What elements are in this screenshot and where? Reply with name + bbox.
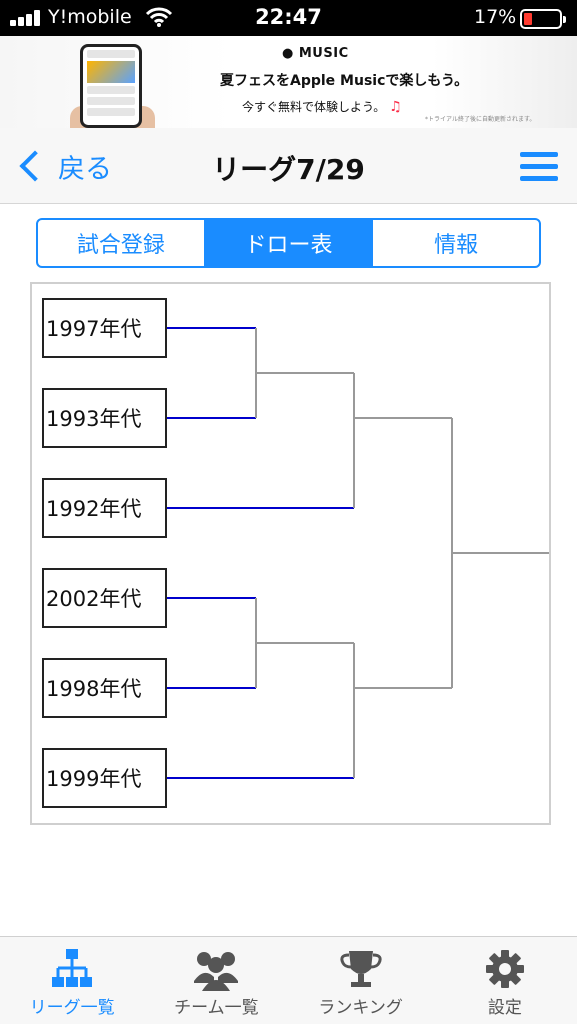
users-icon (194, 952, 239, 991)
ad-fine-print: *トライアル終了後に自動更新されます。 (425, 116, 536, 123)
team-box[interactable]: 1998年代 (42, 658, 167, 718)
tabbar-label: チーム一覧 (174, 998, 259, 1018)
draw-bracket: 1997年代 1993年代 1992年代 2002年代 1998年代 1999年… (30, 282, 551, 825)
team-box[interactable]: 1999年代 (42, 748, 167, 808)
tab-draw-table[interactable]: ドロー表 (203, 220, 372, 266)
ad-banner[interactable]: ● MUSIC 夏フェスをApple Musicで楽しもう。 今すぐ無料で体験し… (0, 36, 577, 128)
page-title: リーグ7/29 (212, 153, 365, 186)
tabbar-item-settings[interactable]: 設定 (433, 937, 577, 1024)
hamburger-menu-icon[interactable] (520, 152, 558, 182)
segmented-control: 試合登録 ドロー表 情報 (36, 218, 541, 268)
tabbar-label: ランキング (318, 998, 403, 1018)
apple-logo-icon: ● (282, 46, 294, 61)
ad-headline: 夏フェスをApple Musicで楽しもう。 (220, 73, 469, 89)
tabbar-label: リーグ一覧 (29, 998, 115, 1018)
tabbar-item-team-list[interactable]: チーム一覧 (144, 937, 288, 1024)
hierarchy-icon (52, 949, 93, 987)
tabbar-item-league-list[interactable]: リーグ一覧 (0, 937, 144, 1024)
tab-info[interactable]: 情報 (371, 220, 539, 266)
ad-brand: ● MUSIC (282, 46, 349, 61)
team-box[interactable]: 1993年代 (42, 388, 167, 448)
status-bar: Y!mobile 22:47 17% (0, 0, 577, 36)
music-note-icon: ♫ (389, 99, 402, 115)
phone-image (80, 44, 142, 128)
trophy-icon (340, 951, 382, 987)
battery-percent: 17% (474, 6, 517, 28)
navigation-bar: 戻る リーグ7/29 (0, 128, 577, 204)
bracket-lines (167, 327, 549, 779)
gear-icon (485, 950, 524, 988)
team-box[interactable]: 1992年代 (42, 478, 167, 538)
team-box[interactable]: 2002年代 (42, 568, 167, 628)
tabbar-label: 設定 (487, 998, 522, 1018)
tabbar-item-ranking[interactable]: ランキング (289, 937, 433, 1024)
bottom-tab-bar: リーグ一覧 チーム一覧 ランキング 設定 (0, 936, 577, 1024)
ad-cta: 今すぐ無料で体験しよう。 ♫ (242, 99, 402, 115)
team-box[interactable]: 1997年代 (42, 298, 167, 358)
battery-icon (520, 9, 566, 29)
tab-match-registration[interactable]: 試合登録 (38, 220, 204, 266)
